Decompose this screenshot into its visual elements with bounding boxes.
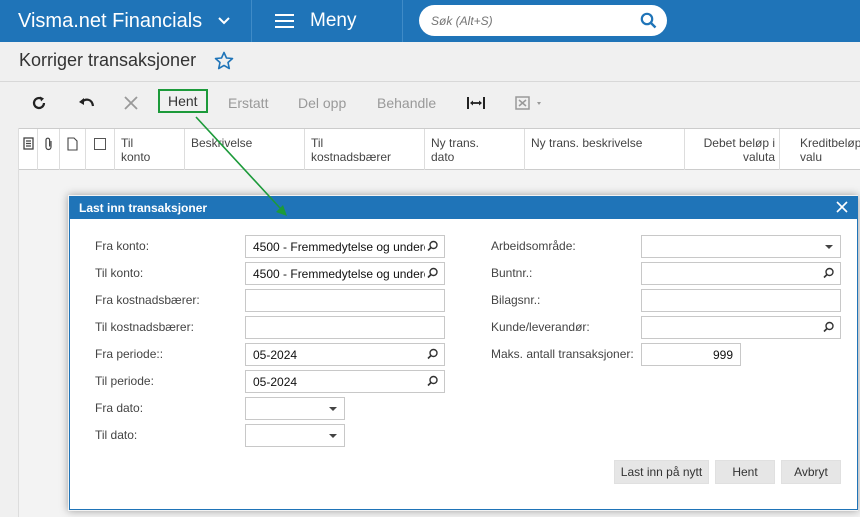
hent-dialog-button[interactable]: Hent: [715, 460, 775, 484]
refresh-icon: [32, 96, 46, 110]
app-name: Visma.net Financials: [18, 9, 203, 32]
buntnr-label: Buntnr.:: [491, 266, 533, 280]
maks-antall-label: Maks. antall transaksjoner:: [491, 347, 634, 361]
top-nav-bar: Visma.net Financials Meny: [0, 0, 860, 42]
column-file-header[interactable]: [59, 129, 85, 170]
arbeidsomrade-label: Arbeidsområde:: [491, 239, 576, 253]
dialog-title: Last inn transaksjoner: [79, 201, 208, 215]
maks-antall-field[interactable]: 999: [641, 343, 741, 366]
search-icon[interactable]: [427, 240, 439, 252]
til-konto-value: 4500 - Fremmedytelse og underentreprise: [253, 267, 425, 281]
del-opp-button[interactable]: Del opp: [298, 91, 346, 115]
column-header-til-kostnadsbaerer[interactable]: Til kostnadsbærer: [304, 129, 424, 170]
undo-icon: [79, 98, 95, 107]
select-all-checkbox[interactable]: [94, 138, 106, 150]
til-kostnadsbaerer-field[interactable]: [245, 316, 445, 339]
favorite-star-icon[interactable]: [214, 51, 234, 70]
til-periode-value: 05-2024: [253, 375, 298, 389]
column-header-kredit[interactable]: Kreditbeløp valu: [779, 129, 860, 170]
app-switcher[interactable]: Visma.net Financials: [0, 0, 252, 42]
column-attachments-header[interactable]: [37, 129, 59, 170]
page-title: Korriger transaksjoner: [19, 50, 197, 70]
til-konto-field[interactable]: 4500 - Fremmedytelse og underentreprise: [245, 262, 445, 285]
excel-icon: [515, 96, 541, 110]
file-icon: [67, 137, 78, 151]
close-icon: [124, 96, 138, 110]
avbryt-button[interactable]: Avbryt: [781, 460, 841, 484]
menu-label: Meny: [310, 10, 357, 31]
til-dato-label: Til dato:: [95, 428, 138, 442]
search-icon[interactable]: [427, 375, 439, 387]
reload-button[interactable]: Last inn på nytt: [614, 460, 709, 484]
hent-toolbar-button[interactable]: Hent: [158, 89, 208, 113]
delete-button[interactable]: [124, 91, 138, 115]
column-header-ny-trans-beskrivelse[interactable]: Ny trans. beskrivelse: [524, 129, 684, 170]
menu-button[interactable]: Meny: [253, 0, 403, 42]
kunde-leverandor-field[interactable]: [641, 316, 841, 339]
hamburger-icon: [275, 14, 294, 28]
arbeidsomrade-select[interactable]: [641, 235, 841, 258]
bilagsnr-field[interactable]: [641, 289, 841, 312]
notes-icon: [22, 137, 34, 150]
fra-konto-field[interactable]: 4500 - Fremmedytelse og underentreprise: [245, 235, 445, 258]
dropdown-arrow-icon[interactable]: [329, 407, 337, 411]
column-header-beskrivelse[interactable]: Beskrivelse: [184, 129, 304, 170]
fra-periode-label: Fra periode::: [95, 347, 164, 361]
fra-periode-field[interactable]: 05-2024: [245, 343, 445, 366]
fit-width-icon: [467, 97, 485, 109]
toolbar: Hent Erstatt Del opp Behandle: [0, 86, 860, 120]
search-icon[interactable]: [823, 267, 835, 279]
load-transactions-dialog: Last inn transaksjoner Fra konto: 4500 -…: [69, 196, 858, 510]
column-select-all[interactable]: [85, 129, 114, 170]
close-icon[interactable]: [835, 200, 849, 214]
dropdown-arrow-icon[interactable]: [329, 434, 337, 438]
undo-button[interactable]: [78, 91, 95, 115]
page-header: Korriger transaksjoner: [0, 42, 860, 82]
search-icon[interactable]: [427, 267, 439, 279]
dropdown-arrow-icon[interactable]: [825, 245, 833, 249]
search-icon[interactable]: [427, 348, 439, 360]
fra-dato-field[interactable]: [245, 397, 345, 420]
buntnr-field[interactable]: [641, 262, 841, 285]
column-header-debet[interactable]: Debet beløp i valuta: [684, 129, 779, 170]
fra-dato-label: Fra dato:: [95, 401, 144, 415]
grid-header: Til konto Beskrivelse Til kostnadsbærer …: [19, 128, 860, 170]
til-kostnadsbaerer-label: Til kostnadsbærer:: [95, 320, 194, 334]
search-icon[interactable]: [823, 321, 835, 333]
behandle-button[interactable]: Behandle: [377, 91, 436, 115]
refresh-button[interactable]: [31, 91, 47, 115]
fra-kostnadsbaerer-field[interactable]: [245, 289, 445, 312]
chevron-down-icon: [218, 17, 230, 25]
til-periode-field[interactable]: 05-2024: [245, 370, 445, 393]
fra-konto-value: 4500 - Fremmedytelse og underentreprise: [253, 240, 425, 254]
fra-kostnadsbaerer-label: Fra kostnadsbærer:: [95, 293, 200, 307]
search-input[interactable]: [419, 5, 667, 36]
fra-periode-value: 05-2024: [253, 348, 298, 362]
column-header-ny-trans-dato[interactable]: Ny trans. dato: [424, 129, 524, 170]
column-notes-header[interactable]: [19, 129, 37, 170]
dialog-header: Last inn transaksjoner: [70, 197, 857, 219]
til-konto-label: Til konto:: [95, 266, 144, 280]
fit-columns-button[interactable]: [467, 91, 485, 115]
export-excel-button[interactable]: [515, 91, 545, 115]
erstatt-button[interactable]: Erstatt: [228, 91, 268, 115]
paperclip-icon: [44, 137, 52, 151]
search-icon[interactable]: [640, 12, 657, 29]
til-periode-label: Til periode:: [95, 374, 154, 388]
kunde-leverandor-label: Kunde/leverandør:: [491, 320, 590, 334]
fra-konto-label: Fra konto:: [95, 239, 150, 253]
bilagsnr-label: Bilagsnr.:: [491, 293, 541, 307]
til-dato-field[interactable]: [245, 424, 345, 447]
column-header-til-konto[interactable]: Til konto: [114, 129, 184, 170]
